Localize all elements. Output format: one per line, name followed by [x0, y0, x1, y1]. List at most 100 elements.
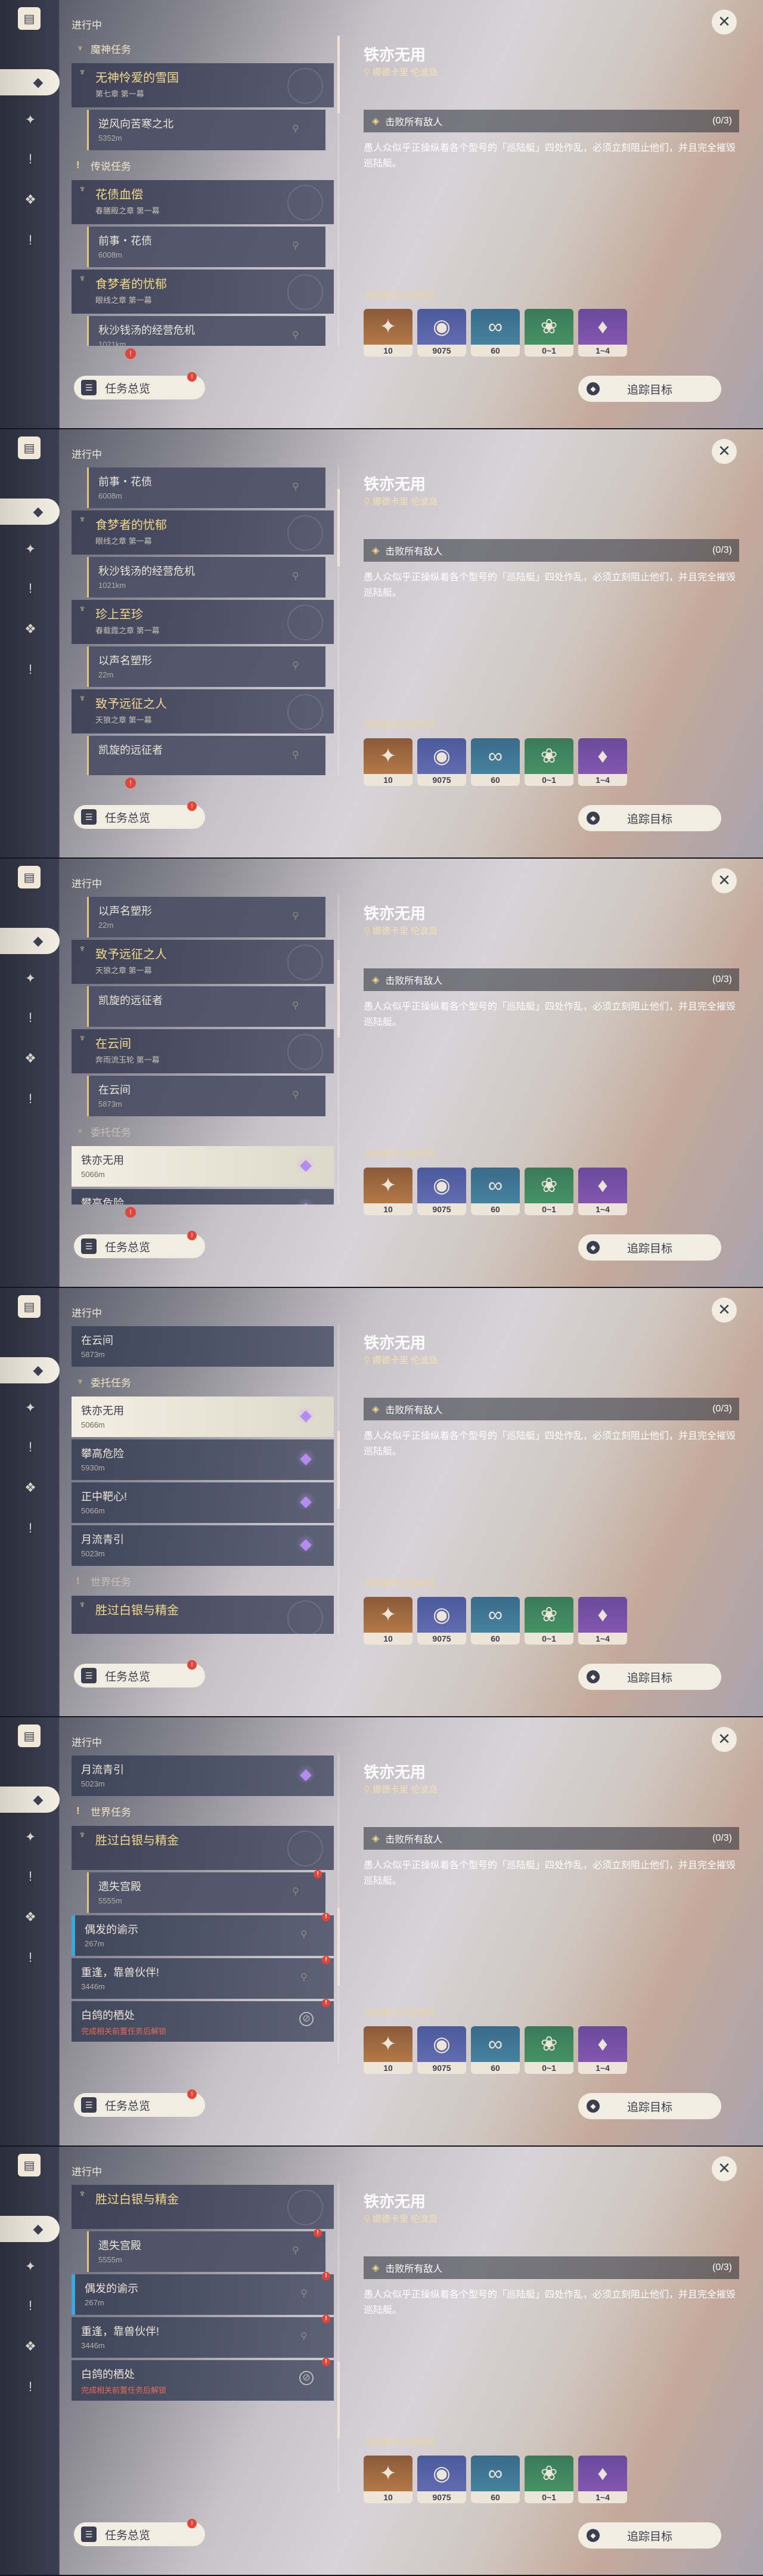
star-icon[interactable]: ❖: [20, 1048, 41, 1069]
reward-item[interactable]: ❀ 0~1: [525, 309, 573, 357]
scrollbar-thumb[interactable]: [337, 36, 340, 113]
track-target-button[interactable]: ◆ 追踪目标: [578, 805, 721, 831]
quest-overview-button[interactable]: ☰ 任务总览!: [74, 801, 205, 829]
reward-item[interactable]: ◉ 9075: [417, 738, 466, 786]
exclamation-icon[interactable]: !: [20, 2296, 41, 2316]
diamond-icon[interactable]: ◆: [0, 2216, 60, 2242]
reward-item[interactable]: ∞ 60: [471, 738, 520, 786]
reward-item[interactable]: ❀ 0~1: [525, 738, 573, 786]
book-icon[interactable]: ▤: [18, 2154, 41, 2176]
reward-item[interactable]: ♦ 1~4: [578, 1168, 627, 1215]
list-scrollbar[interactable]: [337, 2182, 340, 2493]
quest-item[interactable]: 月流青引 5023m ◆: [72, 1755, 334, 1796]
quest-chapter[interactable]: 胜过白银与精金: [72, 1596, 334, 1634]
exclamation-icon[interactable]: !: [20, 1866, 41, 1887]
compass-icon[interactable]: ✦: [20, 2256, 41, 2277]
track-target-button[interactable]: ◆ 追踪目标: [578, 2093, 721, 2119]
quest-item[interactable]: 前事・花债 6008m ⚲: [87, 227, 325, 267]
exclamation-icon[interactable]: !: [20, 1437, 41, 1457]
quest-chapter[interactable]: 致予远征之人天狼之章 第一幕: [72, 689, 334, 733]
exclamation-icon[interactable]: !: [20, 1008, 41, 1028]
quest-chapter[interactable]: 花债血偿春膳殿之章 第一幕: [72, 180, 334, 224]
diamond-icon[interactable]: ◆: [0, 69, 60, 95]
scrollbar-thumb[interactable]: [337, 2361, 340, 2439]
quest-item[interactable]: 偶发的谕示 267m ⚲!: [72, 1913, 334, 1956]
track-target-button[interactable]: ◆ 追踪目标: [578, 1664, 721, 1690]
track-target-button[interactable]: ◆ 追踪目标: [578, 376, 721, 402]
quest-item[interactable]: 以声名塑形 22m ⚲: [87, 646, 325, 687]
reward-item[interactable]: ∞ 60: [471, 1168, 520, 1215]
star-icon[interactable]: ❖: [20, 619, 41, 639]
reward-item[interactable]: ❀ 0~1: [525, 2026, 573, 2074]
book-icon[interactable]: ▤: [18, 1295, 41, 1318]
list-scrollbar[interactable]: [337, 36, 340, 346]
quest-chapter[interactable]: 胜过白银与精金: [72, 1826, 334, 1870]
reward-item[interactable]: ♦ 1~4: [578, 2026, 627, 2074]
reward-item[interactable]: ∞ 60: [471, 2026, 520, 2074]
quest-item[interactable]: 遗失宫殿 5555m ⚲!: [87, 2229, 325, 2272]
diamond-icon[interactable]: ◆: [0, 1787, 60, 1813]
quest-chapter[interactable]: 食梦者的忧郁眼线之章 第一幕: [72, 270, 334, 314]
star-icon[interactable]: ❖: [20, 190, 41, 210]
quest-item[interactable]: 偶发的谕示 267m ⚲!: [72, 2272, 334, 2315]
list-scrollbar[interactable]: [337, 465, 340, 775]
exclamation-icon[interactable]: !: [20, 660, 41, 680]
quest-item[interactable]: 重逢，靠兽伙伴! 3446m ⚲!: [72, 1956, 334, 1999]
quest-item[interactable]: 铁亦无用 5066m ◆: [72, 1146, 334, 1187]
reward-item[interactable]: ✦ 10: [364, 2026, 412, 2074]
quest-overview-button[interactable]: ☰ 任务总览!: [74, 2519, 205, 2546]
close-icon[interactable]: ✕: [712, 868, 737, 893]
close-icon[interactable]: ✕: [712, 1298, 737, 1323]
quest-chapter[interactable]: 致予远征之人天狼之章 第一幕: [72, 940, 334, 984]
reward-item[interactable]: ❀ 0~1: [525, 1597, 573, 1645]
quest-chapter[interactable]: 无神怜爱的雪国第七章 第一幕: [72, 63, 334, 107]
reward-item[interactable]: ✦ 10: [364, 738, 412, 786]
reward-item[interactable]: ∞ 60: [471, 2456, 520, 2503]
exclamation-icon[interactable]: !: [20, 149, 41, 169]
exclamation-icon[interactable]: !: [20, 1948, 41, 1968]
quest-item[interactable]: 正中靶心! 5066m ◆: [72, 1482, 334, 1523]
quest-chapter[interactable]: 珍上至珍春载霞之章 第一幕: [72, 600, 334, 644]
reward-item[interactable]: ✦ 10: [364, 2456, 412, 2503]
quest-item[interactable]: 在云间 5873m: [72, 1326, 334, 1367]
compass-icon[interactable]: ✦: [20, 110, 41, 130]
reward-item[interactable]: ∞ 60: [471, 309, 520, 357]
quest-item[interactable]: 秋沙钱汤的经营危机 1021km ⚲: [87, 557, 325, 597]
quest-chapter[interactable]: 在云间奔雨流玉轮 第一幕: [72, 1029, 334, 1073]
quest-item[interactable]: 铁亦无用 5066m ◆: [72, 1397, 334, 1437]
quest-item[interactable]: 凯旋的远征者 ⚲: [87, 986, 325, 1027]
book-icon[interactable]: ▤: [18, 866, 41, 888]
scrollbar-thumb[interactable]: [337, 489, 340, 566]
book-icon[interactable]: ▤: [18, 1724, 41, 1747]
quest-item[interactable]: 秋沙钱汤的经营危机 1021km ⚲: [87, 316, 325, 346]
quest-overview-button[interactable]: ☰ 任务总览!: [74, 2089, 205, 2117]
scrollbar-thumb[interactable]: [337, 1431, 340, 1509]
quest-overview-button[interactable]: ☰ 任务总览!: [74, 372, 205, 400]
quest-item[interactable]: 在云间 5873m ⚲: [87, 1076, 325, 1116]
book-icon[interactable]: ▤: [18, 7, 41, 30]
exclamation-icon[interactable]: !: [20, 230, 41, 250]
reward-item[interactable]: ♦ 1~4: [578, 1597, 627, 1645]
quest-item[interactable]: 攀高危险5930m◆: [72, 1189, 334, 1205]
compass-icon[interactable]: ✦: [20, 1398, 41, 1418]
reward-item[interactable]: ◉ 9075: [417, 2456, 466, 2503]
reward-item[interactable]: ❀ 0~1: [525, 2456, 573, 2503]
quest-item[interactable]: 攀高危险5930m◆: [72, 1439, 334, 1480]
reward-item[interactable]: ◉ 9075: [417, 1597, 466, 1645]
list-scrollbar[interactable]: [337, 894, 340, 1205]
reward-item[interactable]: ♦ 1~4: [578, 309, 627, 357]
reward-item[interactable]: ∞ 60: [471, 1597, 520, 1645]
exclamation-icon[interactable]: !: [20, 2377, 41, 2397]
list-scrollbar[interactable]: [337, 1753, 340, 2063]
quest-item[interactable]: 以声名塑形 22m ⚲: [87, 897, 325, 937]
star-icon[interactable]: ❖: [20, 1478, 41, 1498]
reward-item[interactable]: ◉ 9075: [417, 309, 466, 357]
exclamation-icon[interactable]: !: [20, 1089, 41, 1109]
track-target-button[interactable]: ◆ 追踪目标: [578, 2522, 721, 2549]
quest-item[interactable]: 前事・花债 6008m ⚲: [87, 467, 325, 508]
quest-item[interactable]: 白鸽的栖处 完成相关前置任务后解锁 ⊘!: [72, 1999, 334, 2042]
diamond-icon[interactable]: ◆: [0, 499, 60, 525]
close-icon[interactable]: ✕: [712, 10, 737, 35]
quest-overview-button[interactable]: ☰ 任务总览!: [74, 1660, 205, 1688]
list-scrollbar[interactable]: [337, 1324, 340, 1634]
